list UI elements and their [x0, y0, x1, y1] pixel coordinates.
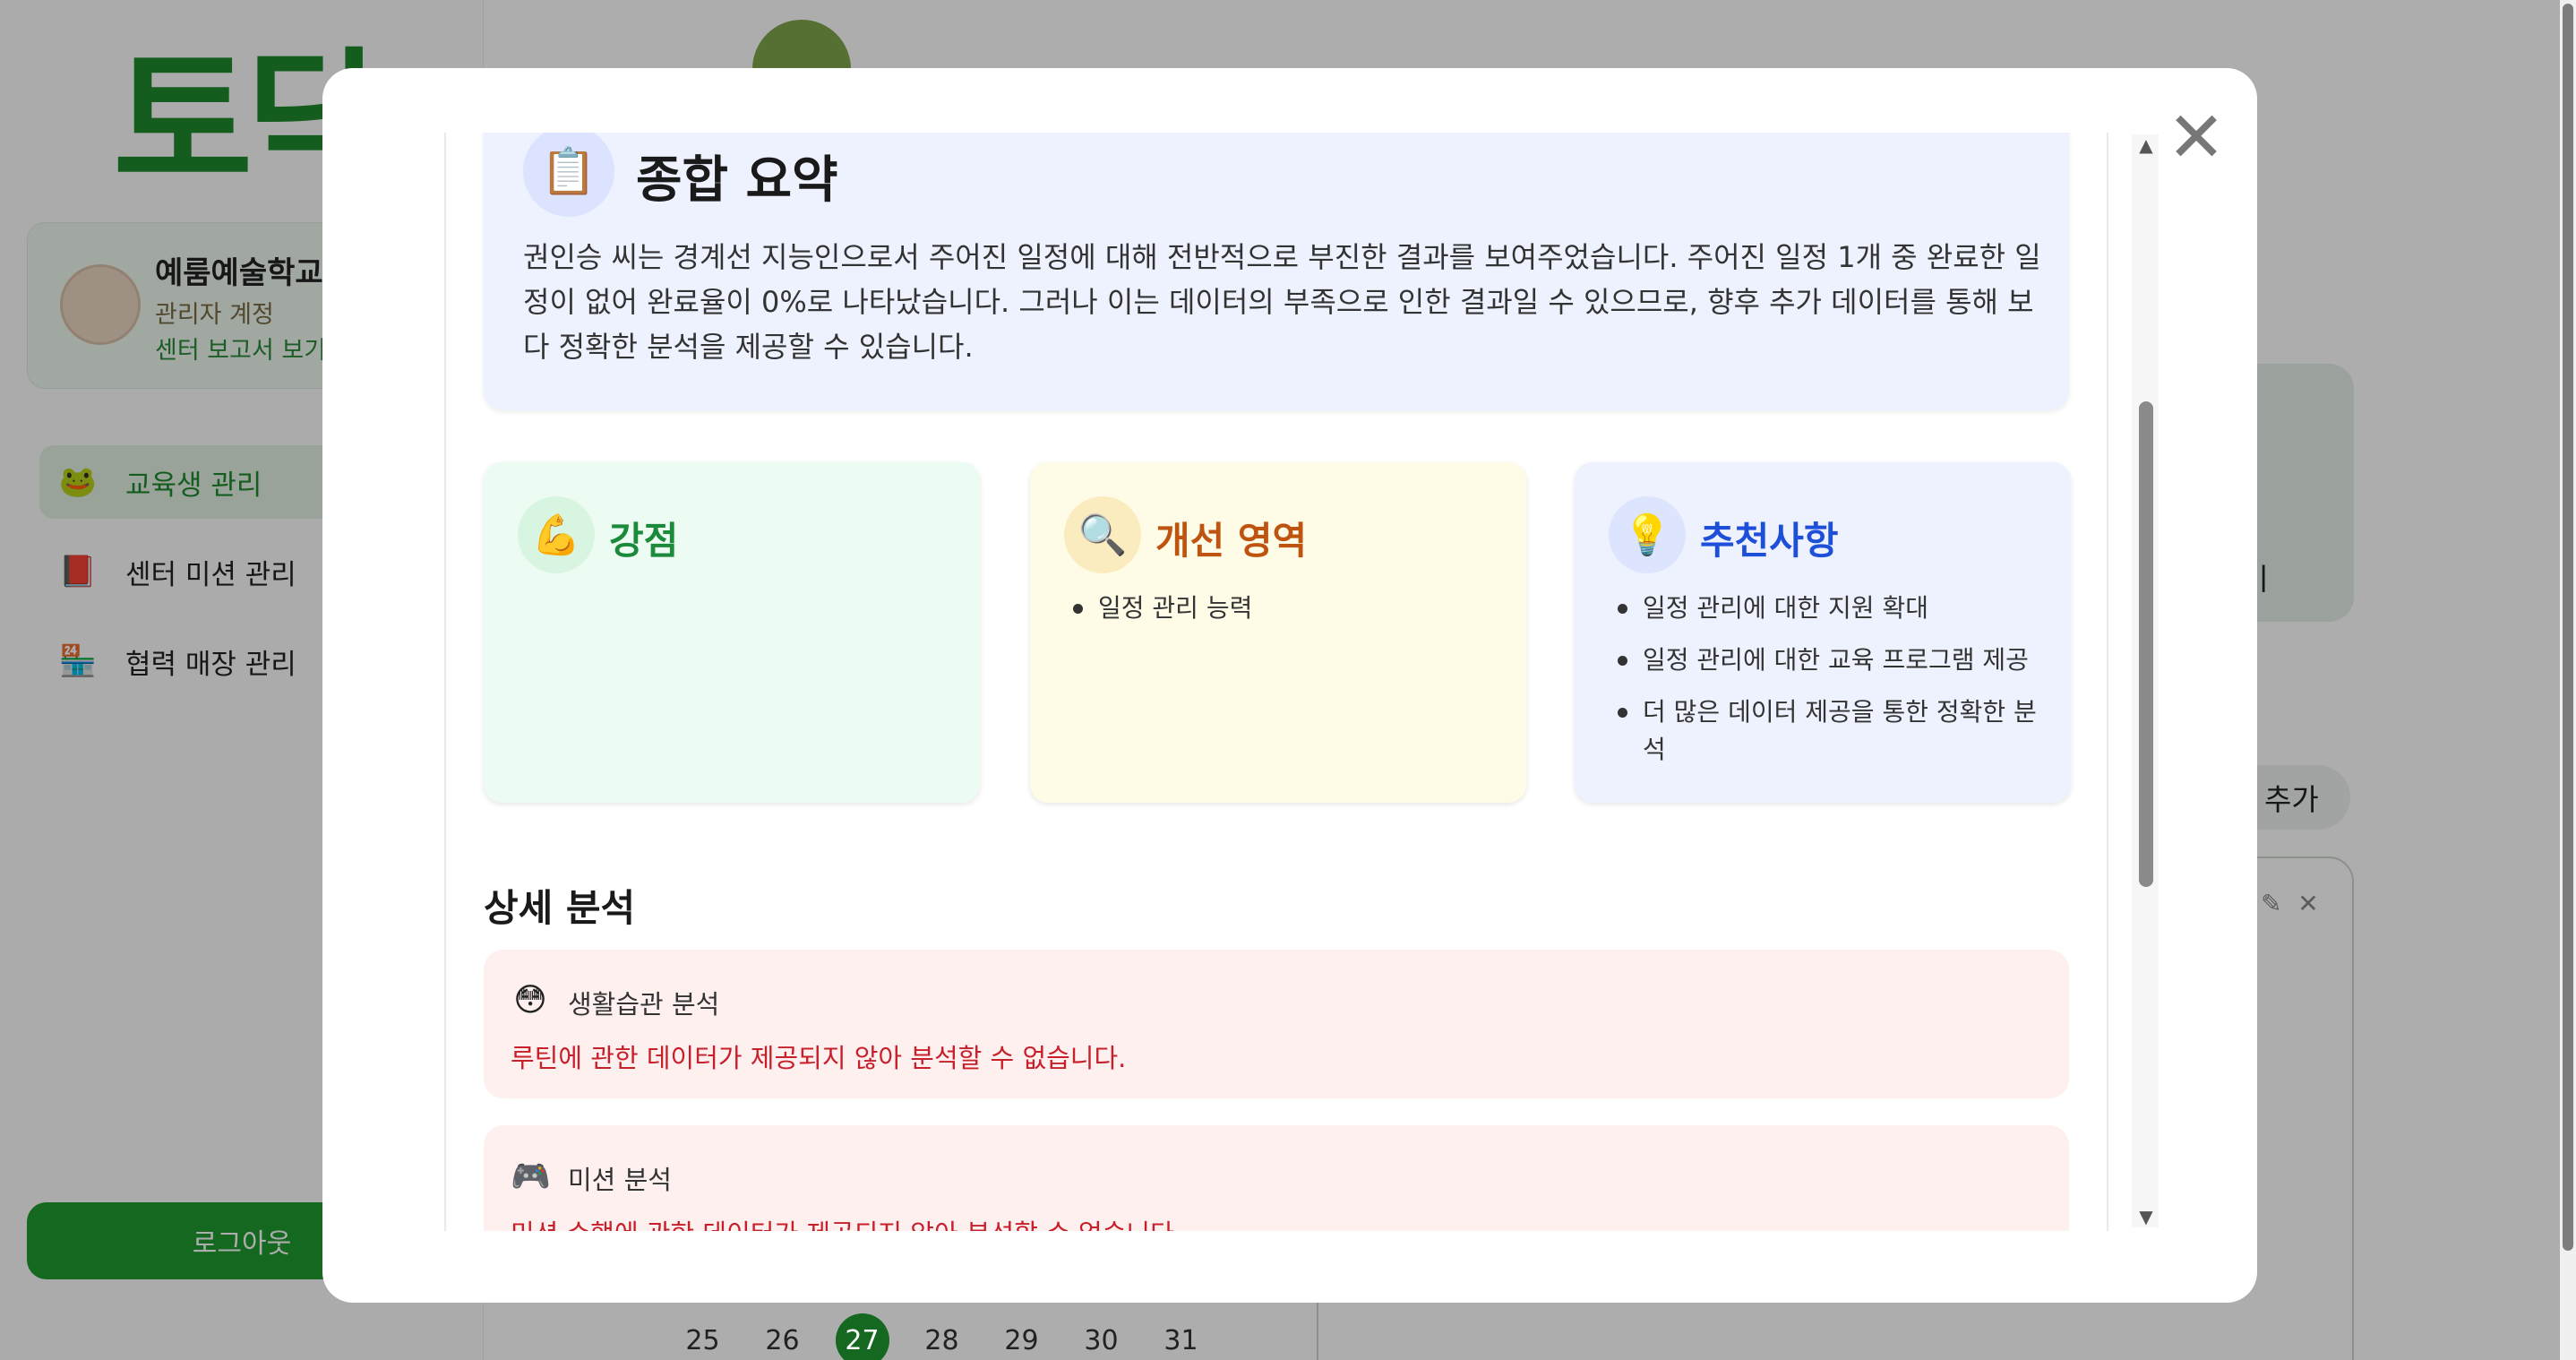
flexed-biceps-icon: 💪: [518, 496, 595, 573]
list-item: 일정 관리에 대한 지원 확대: [1614, 590, 2053, 627]
summary-card: 📋 종합 요약 권인승 씨는 경계선 지능인으로서 주어진 일정에 대해 전반적…: [484, 133, 2069, 410]
list-item: 일정 관리 능력: [1069, 590, 1508, 627]
recommendation-title: 추천사항: [1700, 519, 1839, 563]
scroll-up-arrow-icon[interactable]: ▲: [2135, 134, 2157, 156]
recommendation-list: 일정 관리에 대한 지원 확대 일정 관리에 대한 교육 프로그램 제공 더 많…: [1614, 590, 2053, 783]
detail-analysis-title: 상세 분석: [484, 886, 636, 930]
improvement-title: 개선 영역: [1155, 519, 1308, 563]
close-button[interactable]: ✕: [2160, 102, 2232, 174]
improvement-card: 🔍 개선 영역 일정 관리 능력: [1030, 462, 1526, 803]
mission-analysis-card: 🎮 미션 분석 미션 수행에 관한 데이터가 제공되지 않아 분석할 수 없습니…: [484, 1125, 2069, 1231]
section-body: 루틴에 관한 데이터가 제공되지 않아 분석할 수 없습니다.: [511, 1043, 1127, 1073]
game-controller-icon: 🎮: [511, 1158, 551, 1195]
section-body: 미션 수행에 관한 데이터가 제공되지 않아 분석할 수 없습니다.: [511, 1213, 1182, 1231]
page-scrollbar-thumb[interactable]: [2563, 4, 2573, 1251]
modal-scrollbar-thumb[interactable]: [2139, 401, 2153, 887]
magnifier-icon: 🔍: [1064, 496, 1141, 573]
scroll-down-arrow-icon[interactable]: ▼: [2135, 1206, 2157, 1227]
recommendation-card: 💡 추천사항 일정 관리에 대한 지원 확대 일정 관리에 대한 교육 프로그램…: [1575, 462, 2071, 803]
clipboard-icon: 📋: [523, 133, 614, 217]
strength-card: 💪 강점: [484, 462, 980, 803]
flushed-face-icon: 😳: [513, 982, 547, 1019]
summary-title: 종합 요약: [636, 151, 838, 210]
report-content: 📋 종합 요약 권인승 씨는 경계선 지능인으로서 주어진 일정에 대해 전반적…: [444, 133, 2108, 1231]
list-item: 더 많은 데이터 제공을 통한 정확한 분석: [1614, 693, 2053, 769]
lightbulb-icon: 💡: [1609, 496, 1686, 573]
improvement-list: 일정 관리 능력: [1069, 590, 1508, 641]
lifestyle-analysis-card: 😳 생활습관 분석 루틴에 관한 데이터가 제공되지 않아 분석할 수 없습니다…: [484, 950, 2069, 1098]
summary-text: 권인승 씨는 경계선 지능인으로서 주어진 일정에 대해 전반적으로 부진한 결…: [523, 240, 2041, 364]
list-item: 일정 관리에 대한 교육 프로그램 제공: [1614, 641, 2053, 679]
section-heading: 미션 분석: [568, 1165, 672, 1195]
strength-title: 강점: [609, 519, 679, 563]
section-heading: 생활습관 분석: [568, 989, 720, 1020]
